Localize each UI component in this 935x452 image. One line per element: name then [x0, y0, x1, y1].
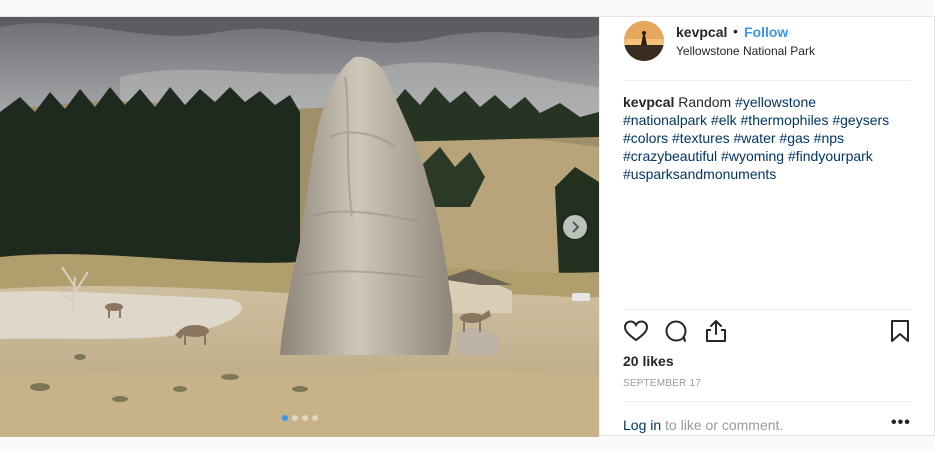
login-prompt-text: to like or comment.	[661, 417, 784, 433]
post-date[interactable]: September 17	[623, 378, 701, 389]
yellowstone-geyser-cone-image	[0, 17, 599, 437]
likes-count[interactable]: 20 likes	[623, 353, 674, 369]
chevron-right-icon	[572, 221, 580, 233]
post-side-panel: kevpcal • Follow Yellowstone National Pa…	[599, 17, 935, 437]
next-slide-button[interactable]	[563, 215, 587, 239]
post-photo[interactable]	[0, 17, 599, 437]
heart-icon[interactable]	[623, 318, 649, 344]
header-username[interactable]: kevpcal	[676, 24, 727, 40]
bookmark-icon[interactable]	[887, 318, 913, 344]
carousel-dot	[311, 415, 318, 421]
instagram-post: kevpcal • Follow Yellowstone National Pa…	[0, 16, 935, 437]
header-divider	[624, 80, 911, 81]
hashtag-line[interactable]: #usparksandmonuments	[623, 165, 913, 183]
hashtag-line[interactable]: #nationalpark #elk #thermophiles #geyser…	[623, 111, 913, 129]
more-options-button[interactable]: •••	[891, 414, 911, 432]
comment-icon[interactable]	[663, 318, 689, 344]
hashtag-line[interactable]: #crazybeautiful #wyoming #findyourpark	[623, 147, 913, 165]
caption-username[interactable]: kevpcal	[623, 94, 674, 110]
carousel-indicator	[0, 415, 599, 421]
hashtag-link[interactable]: #yellowstone	[735, 94, 816, 110]
footer-divider	[624, 401, 911, 402]
avatar-image	[624, 21, 664, 61]
hashtag-line[interactable]: #colors #textures #water #gas #nps	[623, 129, 913, 147]
login-prompt: Log in to like or comment.	[623, 417, 783, 433]
caption-text: Random	[678, 94, 732, 110]
post-header: kevpcal • Follow Yellowstone National Pa…	[600, 17, 935, 81]
avatar[interactable]	[624, 21, 664, 61]
carousel-dot	[291, 415, 298, 421]
location-link[interactable]: Yellowstone National Park	[676, 44, 815, 58]
post-caption: kevpcal Random #yellowstone #nationalpar…	[623, 93, 913, 183]
login-link[interactable]: Log in	[623, 417, 661, 433]
carousel-dot	[301, 415, 308, 421]
actions-divider	[624, 309, 911, 310]
header-separator: •	[733, 23, 738, 39]
carousel-dot	[281, 415, 288, 421]
post-actions	[623, 318, 913, 348]
follow-button[interactable]: Follow	[744, 24, 788, 40]
share-icon[interactable]	[703, 318, 729, 344]
